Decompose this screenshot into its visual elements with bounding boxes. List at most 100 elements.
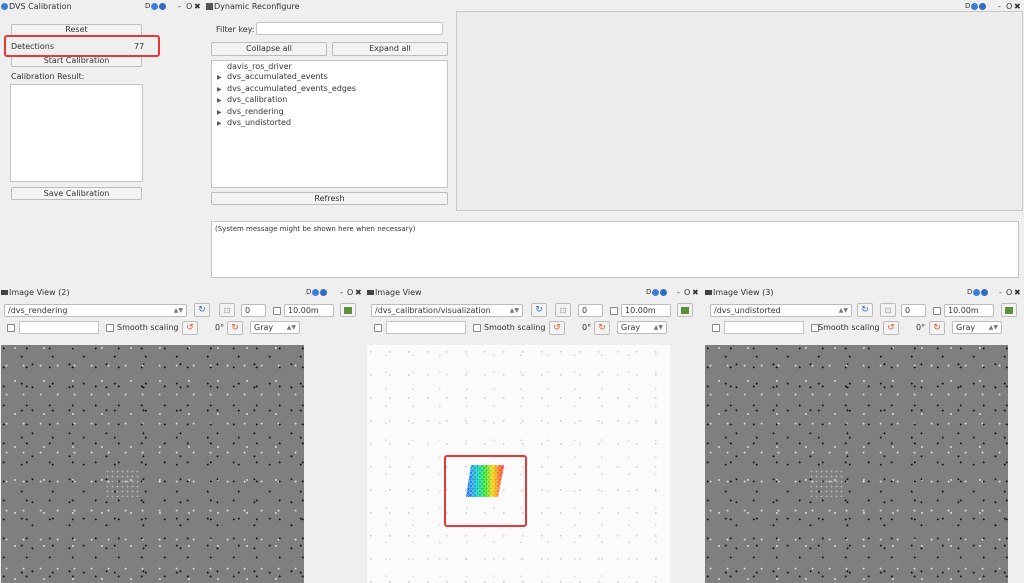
help-icon[interactable] [159, 2, 167, 10]
float-icon[interactable]: O [1006, 288, 1012, 297]
d-icon[interactable]: D [306, 288, 311, 296]
faint-pattern [809, 469, 843, 497]
zoom-button[interactable]: ⊡ [555, 303, 571, 317]
overlay-input[interactable] [386, 321, 466, 334]
expand-all-button[interactable]: Expand all [332, 42, 448, 56]
overlay-checkbox[interactable] [7, 324, 15, 332]
image-display[interactable] [367, 345, 670, 583]
expand-arrow-icon[interactable]: ▶ [217, 108, 227, 118]
refresh-button[interactable]: Refresh [211, 192, 448, 205]
collapse-all-button[interactable]: Collapse all [211, 42, 327, 56]
reload-icon[interactable] [151, 2, 159, 10]
smooth-scaling-checkbox[interactable] [473, 324, 481, 332]
minimize-icon[interactable]: - [340, 288, 343, 297]
filter-key-label: Filter key: [216, 25, 255, 34]
refresh-topics-button[interactable]: ↻ [194, 303, 210, 317]
minimize-icon[interactable]: - [999, 288, 1002, 297]
tree-item[interactable]: ▶ dvs_calibration [217, 95, 447, 106]
reload-icon[interactable] [971, 2, 979, 10]
rotate-right-button[interactable]: ↻ [227, 321, 243, 335]
rotate-left-button[interactable]: ↺ [883, 321, 899, 335]
overlay-checkbox[interactable] [374, 324, 382, 332]
float-icon[interactable]: O [186, 2, 192, 11]
float-icon[interactable]: O [1006, 2, 1012, 11]
expand-arrow-icon[interactable]: ▶ [217, 85, 227, 95]
rate-input[interactable]: 10.00m [621, 304, 671, 317]
zoom-button[interactable]: ⊡ [880, 303, 896, 317]
help-icon[interactable] [979, 2, 987, 10]
smooth-scaling-checkbox[interactable] [106, 324, 114, 332]
colormap-select[interactable]: Gray ▲▼ [952, 321, 1002, 334]
rotate-left-button[interactable]: ↺ [549, 321, 565, 335]
help-icon[interactable] [320, 288, 328, 296]
rate-input[interactable]: 10.00m [944, 304, 994, 317]
tree-item[interactable]: davis_ros_driver [217, 62, 447, 72]
minimize-icon[interactable]: - [677, 288, 680, 297]
tree-item[interactable]: ▶ dvs_rendering [217, 107, 447, 118]
overlay-input[interactable] [724, 321, 804, 334]
reload-icon[interactable] [312, 288, 320, 296]
rotate-right-button[interactable]: ↻ [929, 321, 945, 335]
refresh-topics-button[interactable]: ↻ [531, 303, 547, 317]
close-icon[interactable]: ✖ [692, 288, 699, 297]
float-icon[interactable]: O [347, 288, 353, 297]
refresh-topics-button[interactable]: ↻ [857, 303, 873, 317]
zoom-icon: ⊡ [559, 305, 567, 315]
rate-input[interactable]: 10.00m [284, 304, 334, 317]
topic-select[interactable]: /dvs_rendering ▲▼ [4, 304, 187, 317]
d-icon[interactable]: D [967, 288, 972, 296]
spin-box[interactable]: 0 [241, 304, 266, 317]
save-image-button[interactable] [340, 303, 356, 317]
smooth-scaling-label: Smooth scaling [818, 323, 880, 332]
tree-item[interactable]: ▶ dvs_accumulated_events [217, 72, 447, 83]
minimize-icon[interactable]: - [998, 2, 1001, 11]
close-icon[interactable]: ✖ [355, 288, 362, 297]
tree-item[interactable]: ▶ dvs_accumulated_events_edges [217, 84, 447, 95]
rotation-label: 0° [215, 323, 225, 332]
help-icon[interactable] [981, 288, 989, 296]
expand-arrow-icon[interactable]: ▶ [217, 119, 227, 129]
save-image-button[interactable] [677, 303, 693, 317]
reload-icon[interactable] [973, 288, 981, 296]
refresh-icon: ↻ [198, 305, 206, 315]
rotate-right-icon: ↻ [598, 323, 606, 333]
help-icon[interactable] [660, 288, 668, 296]
reconf-panel-title: Dynamic Reconfigure [214, 2, 300, 11]
colormap-select[interactable]: Gray ▲▼ [617, 321, 667, 334]
colormap-select[interactable]: Gray ▲▼ [250, 321, 300, 334]
zoom-icon: ⊡ [884, 305, 892, 315]
d-icon[interactable]: D [965, 2, 970, 10]
image-display[interactable] [1, 345, 304, 583]
minimize-icon[interactable]: - [178, 2, 181, 11]
rotate-left-button[interactable]: ↺ [182, 321, 198, 335]
tree-item[interactable]: ▶ dvs_undistorted [217, 118, 447, 129]
pattern-highlight [444, 455, 527, 527]
save-calibration-button[interactable]: Save Calibration [11, 187, 142, 200]
close-icon[interactable]: ✖ [194, 2, 201, 11]
spin-box[interactable]: 0 [901, 304, 926, 317]
d-icon[interactable]: D [646, 288, 651, 296]
topic-select[interactable]: /dvs_calibration/visualization ▲▼ [371, 304, 523, 317]
expand-arrow-icon[interactable]: ▶ [217, 96, 227, 106]
image-display[interactable] [705, 345, 1008, 583]
topic-select[interactable]: /dvs_undistorted ▲▼ [710, 304, 852, 317]
filter-key-input[interactable] [256, 22, 443, 35]
save-image-button[interactable] [1001, 303, 1017, 317]
image-view-panel-1: Image View (2) D - O ✖ /dvs_rendering ▲▼ … [0, 288, 366, 583]
close-icon[interactable]: ✖ [1014, 288, 1021, 297]
close-icon[interactable]: ✖ [1014, 2, 1021, 11]
rate-checkbox[interactable] [610, 307, 618, 315]
image-view-title-bar: Image View (2) D - O ✖ [0, 288, 366, 298]
d-icon[interactable]: D [145, 2, 150, 10]
spin-box[interactable]: 0 [578, 304, 603, 317]
rate-checkbox[interactable] [933, 307, 941, 315]
float-icon[interactable]: O [684, 288, 690, 297]
overlay-input[interactable] [19, 321, 99, 334]
overlay-checkbox[interactable] [712, 324, 720, 332]
expand-arrow-icon[interactable]: ▶ [217, 73, 227, 83]
rotate-right-button[interactable]: ↻ [594, 321, 610, 335]
zoom-button[interactable]: ⊡ [219, 303, 235, 317]
detections-highlight: Detections 77 [4, 35, 160, 57]
reload-icon[interactable] [652, 288, 660, 296]
rate-checkbox[interactable] [273, 307, 281, 315]
